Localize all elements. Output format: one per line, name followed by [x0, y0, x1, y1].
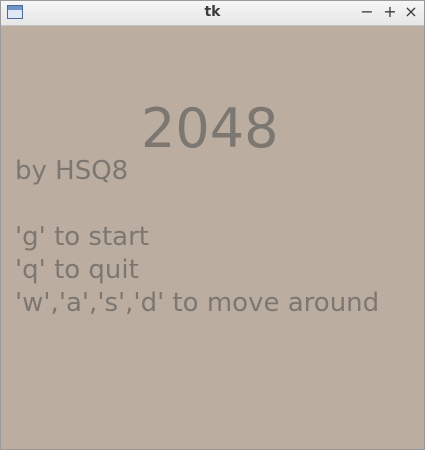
- minimize-button[interactable]: −: [358, 2, 376, 22]
- author-credit: by HSQ8: [15, 156, 129, 186]
- game-title: 2048: [141, 97, 279, 160]
- game-canvas[interactable]: 2048 by HSQ8 'g' to start 'q' to quit 'w…: [1, 26, 424, 449]
- maximize-button[interactable]: +: [381, 2, 399, 22]
- instruction-quit: 'q' to quit: [15, 255, 139, 285]
- instruction-start: 'g' to start: [15, 222, 149, 252]
- app-window: tk − + × 2048 by HSQ8 'g' to start 'q' t…: [0, 0, 425, 450]
- close-button[interactable]: ×: [402, 2, 420, 22]
- instruction-move: 'w','a','s','d' to move around: [15, 288, 380, 318]
- title-bar[interactable]: tk − + ×: [1, 1, 424, 26]
